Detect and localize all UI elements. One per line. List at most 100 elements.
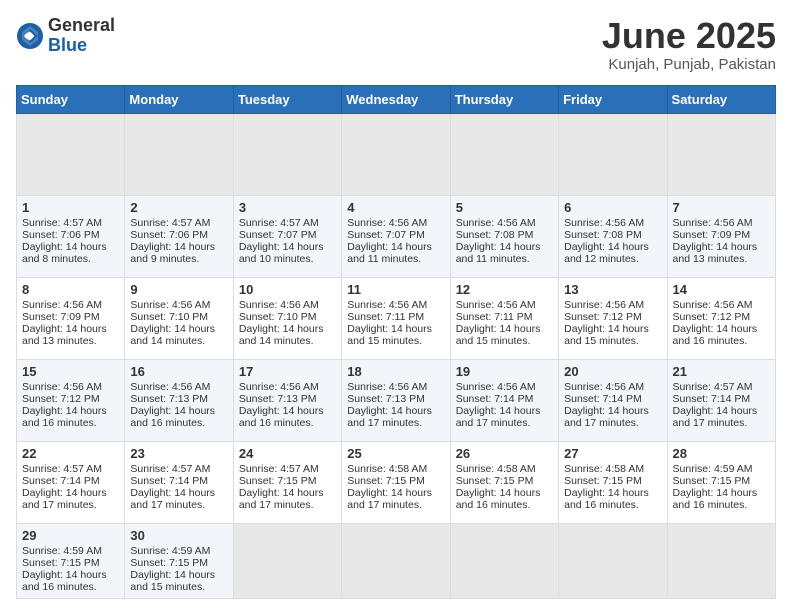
day-number: 30 bbox=[130, 528, 227, 543]
sunrise-label: Sunrise: 4:56 AM bbox=[239, 381, 319, 393]
calendar-cell: 11 Sunrise: 4:56 AM Sunset: 7:11 PM Dayl… bbox=[342, 277, 450, 359]
sunset-label: Sunset: 7:15 PM bbox=[673, 475, 751, 487]
sunrise-label: Sunrise: 4:56 AM bbox=[130, 381, 210, 393]
calendar-cell: 28 Sunrise: 4:59 AM Sunset: 7:15 PM Dayl… bbox=[667, 441, 775, 523]
month-title: June 2025 bbox=[602, 16, 776, 56]
sunset-label: Sunset: 7:09 PM bbox=[673, 229, 751, 241]
calendar-cell: 18 Sunrise: 4:56 AM Sunset: 7:13 PM Dayl… bbox=[342, 359, 450, 441]
sunrise-label: Sunrise: 4:56 AM bbox=[673, 299, 753, 311]
daylight-label: Daylight: 14 hours and 16 minutes. bbox=[673, 323, 758, 347]
calendar-cell: 17 Sunrise: 4:56 AM Sunset: 7:13 PM Dayl… bbox=[233, 359, 341, 441]
logo-icon bbox=[16, 22, 44, 50]
calendar-cell: 12 Sunrise: 4:56 AM Sunset: 7:11 PM Dayl… bbox=[450, 277, 558, 359]
daylight-label: Daylight: 14 hours and 15 minutes. bbox=[456, 323, 541, 347]
sunset-label: Sunset: 7:13 PM bbox=[239, 393, 317, 405]
sunset-label: Sunset: 7:14 PM bbox=[564, 393, 642, 405]
calendar-cell: 23 Sunrise: 4:57 AM Sunset: 7:14 PM Dayl… bbox=[125, 441, 233, 523]
sunset-label: Sunset: 7:10 PM bbox=[239, 311, 317, 323]
sunset-label: Sunset: 7:14 PM bbox=[130, 475, 208, 487]
calendar-cell: 20 Sunrise: 4:56 AM Sunset: 7:14 PM Dayl… bbox=[559, 359, 667, 441]
day-number: 8 bbox=[22, 282, 119, 297]
sunrise-label: Sunrise: 4:56 AM bbox=[456, 299, 536, 311]
daylight-label: Daylight: 14 hours and 17 minutes. bbox=[22, 487, 107, 511]
sunset-label: Sunset: 7:14 PM bbox=[673, 393, 751, 405]
calendar-cell bbox=[450, 523, 558, 598]
calendar-cell: 24 Sunrise: 4:57 AM Sunset: 7:15 PM Dayl… bbox=[233, 441, 341, 523]
day-number: 16 bbox=[130, 364, 227, 379]
calendar-cell: 27 Sunrise: 4:58 AM Sunset: 7:15 PM Dayl… bbox=[559, 441, 667, 523]
calendar-cell bbox=[17, 113, 125, 195]
day-number: 29 bbox=[22, 528, 119, 543]
calendar-cell bbox=[450, 113, 558, 195]
calendar-cell: 25 Sunrise: 4:58 AM Sunset: 7:15 PM Dayl… bbox=[342, 441, 450, 523]
calendar-cell: 29 Sunrise: 4:59 AM Sunset: 7:15 PM Dayl… bbox=[17, 523, 125, 598]
calendar-cell bbox=[559, 113, 667, 195]
sunrise-label: Sunrise: 4:56 AM bbox=[564, 381, 644, 393]
sunrise-label: Sunrise: 4:56 AM bbox=[239, 299, 319, 311]
sunrise-label: Sunrise: 4:56 AM bbox=[347, 299, 427, 311]
day-number: 15 bbox=[22, 364, 119, 379]
calendar-cell bbox=[667, 523, 775, 598]
sunset-label: Sunset: 7:13 PM bbox=[347, 393, 425, 405]
day-number: 13 bbox=[564, 282, 661, 297]
sunset-label: Sunset: 7:15 PM bbox=[456, 475, 534, 487]
sunset-label: Sunset: 7:14 PM bbox=[456, 393, 534, 405]
calendar-cell bbox=[233, 523, 341, 598]
sunrise-label: Sunrise: 4:59 AM bbox=[673, 463, 753, 475]
sunrise-label: Sunrise: 4:57 AM bbox=[239, 217, 319, 229]
day-number: 4 bbox=[347, 200, 444, 215]
calendar-cell: 10 Sunrise: 4:56 AM Sunset: 7:10 PM Dayl… bbox=[233, 277, 341, 359]
daylight-label: Daylight: 14 hours and 11 minutes. bbox=[347, 241, 432, 265]
calendar-cell: 4 Sunrise: 4:56 AM Sunset: 7:07 PM Dayli… bbox=[342, 195, 450, 277]
daylight-label: Daylight: 14 hours and 15 minutes. bbox=[564, 323, 649, 347]
day-number: 6 bbox=[564, 200, 661, 215]
sunrise-label: Sunrise: 4:57 AM bbox=[22, 463, 102, 475]
calendar-cell: 15 Sunrise: 4:56 AM Sunset: 7:12 PM Dayl… bbox=[17, 359, 125, 441]
sunset-label: Sunset: 7:12 PM bbox=[564, 311, 642, 323]
day-of-week-header: Thursday bbox=[450, 85, 558, 113]
daylight-label: Daylight: 14 hours and 16 minutes. bbox=[456, 487, 541, 511]
sunrise-label: Sunrise: 4:58 AM bbox=[456, 463, 536, 475]
calendar-cell: 21 Sunrise: 4:57 AM Sunset: 7:14 PM Dayl… bbox=[667, 359, 775, 441]
daylight-label: Daylight: 14 hours and 16 minutes. bbox=[22, 405, 107, 429]
daylight-label: Daylight: 14 hours and 8 minutes. bbox=[22, 241, 107, 265]
calendar-cell bbox=[559, 523, 667, 598]
sunset-label: Sunset: 7:12 PM bbox=[673, 311, 751, 323]
daylight-label: Daylight: 14 hours and 13 minutes. bbox=[22, 323, 107, 347]
day-of-week-header: Friday bbox=[559, 85, 667, 113]
sunset-label: Sunset: 7:15 PM bbox=[239, 475, 317, 487]
day-number: 20 bbox=[564, 364, 661, 379]
sunset-label: Sunset: 7:12 PM bbox=[22, 393, 100, 405]
calendar-cell: 26 Sunrise: 4:58 AM Sunset: 7:15 PM Dayl… bbox=[450, 441, 558, 523]
calendar-cell: 13 Sunrise: 4:56 AM Sunset: 7:12 PM Dayl… bbox=[559, 277, 667, 359]
calendar-cell: 2 Sunrise: 4:57 AM Sunset: 7:06 PM Dayli… bbox=[125, 195, 233, 277]
calendar-cell: 5 Sunrise: 4:56 AM Sunset: 7:08 PM Dayli… bbox=[450, 195, 558, 277]
day-number: 25 bbox=[347, 446, 444, 461]
sunset-label: Sunset: 7:11 PM bbox=[347, 311, 424, 323]
daylight-label: Daylight: 14 hours and 10 minutes. bbox=[239, 241, 324, 265]
day-number: 2 bbox=[130, 200, 227, 215]
day-number: 19 bbox=[456, 364, 553, 379]
daylight-label: Daylight: 14 hours and 9 minutes. bbox=[130, 241, 215, 265]
sunset-label: Sunset: 7:08 PM bbox=[564, 229, 642, 241]
calendar-cell: 14 Sunrise: 4:56 AM Sunset: 7:12 PM Dayl… bbox=[667, 277, 775, 359]
calendar-cell: 1 Sunrise: 4:57 AM Sunset: 7:06 PM Dayli… bbox=[17, 195, 125, 277]
sunset-label: Sunset: 7:07 PM bbox=[347, 229, 425, 241]
daylight-label: Daylight: 14 hours and 16 minutes. bbox=[239, 405, 324, 429]
day-of-week-header: Sunday bbox=[17, 85, 125, 113]
day-of-week-header: Saturday bbox=[667, 85, 775, 113]
day-number: 24 bbox=[239, 446, 336, 461]
day-number: 17 bbox=[239, 364, 336, 379]
daylight-label: Daylight: 14 hours and 16 minutes. bbox=[22, 569, 107, 593]
day-of-week-header: Wednesday bbox=[342, 85, 450, 113]
calendar-cell bbox=[667, 113, 775, 195]
sunset-label: Sunset: 7:08 PM bbox=[456, 229, 534, 241]
calendar-cell: 16 Sunrise: 4:56 AM Sunset: 7:13 PM Dayl… bbox=[125, 359, 233, 441]
sunset-label: Sunset: 7:10 PM bbox=[130, 311, 208, 323]
sunrise-label: Sunrise: 4:56 AM bbox=[130, 299, 210, 311]
day-number: 9 bbox=[130, 282, 227, 297]
daylight-label: Daylight: 14 hours and 17 minutes. bbox=[347, 487, 432, 511]
sunrise-label: Sunrise: 4:58 AM bbox=[564, 463, 644, 475]
sunrise-label: Sunrise: 4:56 AM bbox=[456, 381, 536, 393]
daylight-label: Daylight: 14 hours and 15 minutes. bbox=[347, 323, 432, 347]
